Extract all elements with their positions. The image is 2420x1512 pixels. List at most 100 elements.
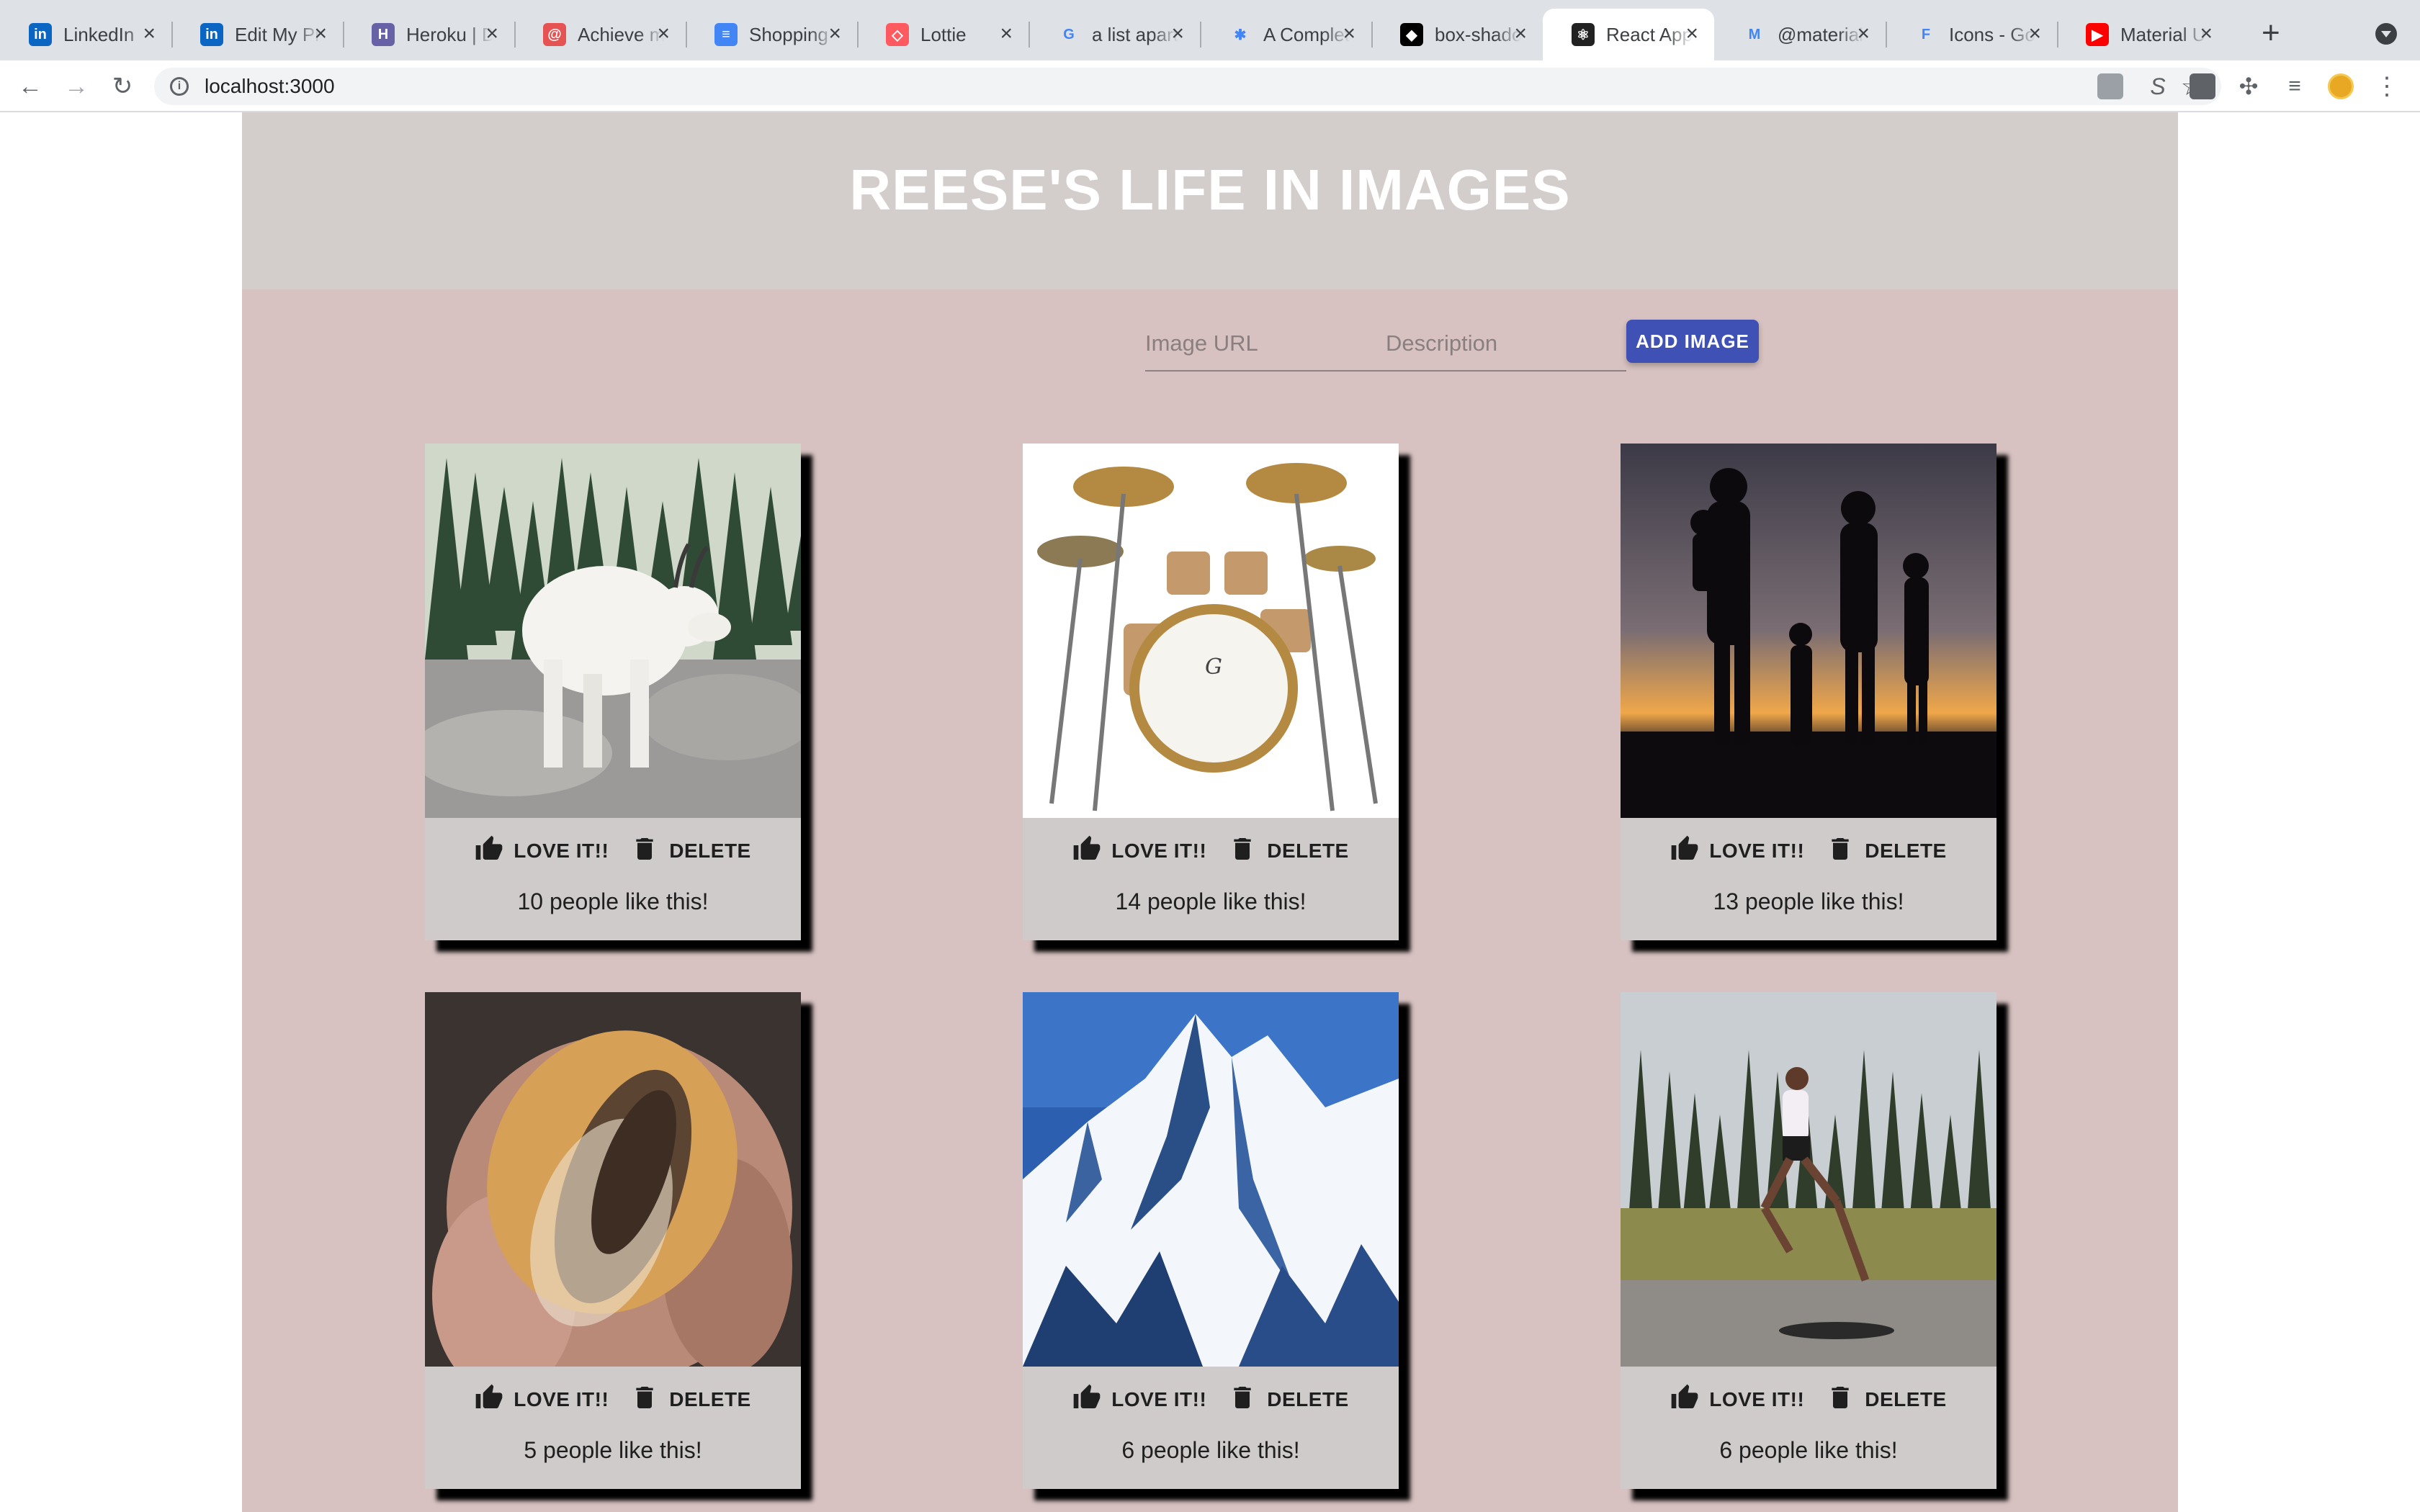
linkedin-icon: in — [29, 23, 52, 46]
tab-separator — [343, 22, 344, 48]
love-it-button[interactable]: LOVE IT!! — [1670, 832, 1804, 870]
snowy-mountain-photo — [1023, 992, 1399, 1367]
love-it-button[interactable]: LOVE IT!! — [475, 832, 609, 870]
card-actions: LOVE IT!! DELETE — [425, 832, 801, 870]
image-url-input[interactable] — [1145, 324, 1387, 363]
browser-tab-title: Shopping List — [749, 24, 835, 45]
tab-close-icon[interactable]: × — [1343, 22, 1355, 46]
description-input[interactable] — [1386, 324, 1626, 363]
browser-tab-title: box-shadow — [1435, 24, 1521, 45]
svg-text:G: G — [1205, 654, 1222, 680]
tab-close-icon[interactable]: × — [1857, 22, 1870, 46]
tab-separator — [2057, 22, 2058, 48]
browser-tab[interactable]: H Heroku | Dashboard× — [343, 9, 514, 60]
tab-search-icon[interactable] — [2375, 23, 2397, 45]
google-icon: G — [1063, 26, 1075, 42]
delete-button[interactable]: DELETE — [1826, 1381, 1946, 1418]
tab-close-icon[interactable]: × — [143, 22, 156, 46]
love-it-label: LOVE IT!! — [1111, 1388, 1207, 1410]
add-image-button[interactable]: ADD IMAGE — [1626, 320, 1759, 363]
delete-button[interactable]: DELETE — [630, 1381, 750, 1418]
thumb-up-icon — [475, 1383, 503, 1417]
site-info-icon[interactable]: i — [170, 77, 189, 96]
image-card: LOVE IT!! DELETE 13 people like this! — [1621, 444, 1996, 940]
tab-close-icon[interactable]: × — [828, 22, 841, 46]
delete-button[interactable]: DELETE — [630, 832, 750, 870]
delete-label: DELETE — [1267, 1388, 1349, 1410]
thumb-up-icon — [1072, 834, 1101, 868]
tab-close-icon[interactable]: × — [485, 22, 498, 46]
browser-tab[interactable]: F Icons - Google Fonts× — [1886, 9, 2057, 60]
browser-menu-icon[interactable]: ⋮ — [2371, 71, 2403, 102]
tab-separator — [686, 22, 687, 48]
browser-tab[interactable]: ◆ box-shadow× — [1371, 9, 1543, 60]
browser-tab[interactable]: ≡ Shopping List× — [686, 9, 857, 60]
browser-tab[interactable]: Ga list apart × — [1028, 9, 1200, 60]
love-it-label: LOVE IT!! — [514, 840, 609, 862]
profile-avatar-icon[interactable] — [2328, 73, 2354, 99]
tab-separator — [857, 22, 859, 48]
asterisk-icon: ✱ — [1234, 27, 1247, 43]
back-icon[interactable]: ← — [14, 71, 46, 102]
docs-icon: ≡ — [714, 23, 738, 46]
delete-label: DELETE — [669, 1388, 751, 1410]
browser-tab[interactable]: ▶ Material UI × — [2057, 9, 2228, 60]
love-it-label: LOVE IT!! — [1111, 840, 1207, 862]
address-bar[interactable]: i localhost:3000 ☆ — [154, 68, 2221, 105]
tab-close-icon[interactable]: × — [2200, 22, 2213, 46]
card-actions: LOVE IT!! DELETE — [1621, 832, 1996, 870]
tab-separator — [1028, 22, 1030, 48]
reading-list-icon[interactable]: ≡ — [2282, 73, 2308, 99]
trash-icon — [1826, 834, 1855, 868]
image-card: LOVE IT!! DELETE 10 people like this! — [425, 444, 801, 940]
browser-tab[interactable]: M @material-ui× — [1714, 9, 1886, 60]
image-card: LOVE IT!! DELETE 5 people like this! — [425, 992, 801, 1489]
tab-separator — [514, 22, 516, 48]
delete-button[interactable]: DELETE — [1228, 832, 1348, 870]
tab-close-icon[interactable]: × — [1514, 22, 1527, 46]
browser-tab[interactable]: ⚛ React App × — [1543, 9, 1714, 60]
love-it-button[interactable]: LOVE IT!! — [1072, 1381, 1206, 1418]
browser-tab[interactable]: @ Achieve more× — [514, 9, 686, 60]
browser-tab[interactable]: in Edit My Profile× — [171, 9, 343, 60]
spiral-icon: @ — [543, 23, 566, 46]
tab-close-icon[interactable]: × — [1685, 22, 1698, 46]
browser-tab[interactable]: ◇ Lottie × — [857, 9, 1028, 60]
browser-tab[interactable]: ✱ A Complete Guide× — [1200, 9, 1371, 60]
download-extension-icon[interactable] — [2190, 73, 2215, 99]
browser-tab-title: Lottie — [920, 24, 967, 45]
love-it-button[interactable]: LOVE IT!! — [1670, 1381, 1804, 1418]
app-header: REESE'S LIFE IN IMAGES — [242, 112, 2178, 289]
love-it-button[interactable]: LOVE IT!! — [475, 1381, 609, 1418]
tab-close-icon[interactable]: × — [314, 22, 327, 46]
tab-separator — [1886, 22, 1887, 48]
forward-icon[interactable]: → — [60, 71, 92, 102]
delete-button[interactable]: DELETE — [1826, 832, 1946, 870]
image-card: LOVE IT!! DELETE 6 people like this! — [1621, 992, 1996, 1489]
puzzle-extensions-icon[interactable]: ✣ — [2236, 73, 2262, 99]
tab-close-icon[interactable]: × — [657, 22, 670, 46]
love-it-button[interactable]: LOVE IT!! — [1072, 832, 1206, 870]
description-field-wrap — [1386, 320, 1626, 372]
thumb-up-icon — [475, 834, 503, 868]
image-card: LOVE IT!! DELETE 6 people like this! — [1023, 992, 1399, 1489]
new-tab-button[interactable]: + — [2262, 17, 2280, 49]
material-ui-icon: M — [1748, 26, 1761, 42]
browser-tab-title: @material-ui — [1778, 24, 1864, 45]
browser-tab-title: Edit My Profile — [235, 24, 321, 45]
likes-count-text: 10 people like this! — [517, 888, 709, 914]
browser-tab[interactable]: in LinkedIn × — [0, 9, 171, 60]
tab-close-icon[interactable]: × — [1000, 22, 1013, 46]
heroku-icon: H — [372, 23, 395, 46]
drum-kit-photo: G — [1023, 444, 1399, 818]
delete-button[interactable]: DELETE — [1228, 1381, 1348, 1418]
address-url[interactable]: localhost:3000 — [205, 73, 335, 99]
extension-icon[interactable] — [2097, 73, 2123, 99]
reload-icon[interactable]: ↻ — [107, 71, 138, 102]
tab-close-icon[interactable]: × — [2028, 22, 2041, 46]
delete-label: DELETE — [669, 840, 751, 862]
tab-close-icon[interactable]: × — [1171, 22, 1184, 46]
extension-s-icon[interactable]: S — [2145, 73, 2171, 99]
page-viewport: REESE'S LIFE IN IMAGES ADD IMAGE LOVE IT… — [0, 112, 2420, 1512]
love-it-label: LOVE IT!! — [1709, 840, 1805, 862]
